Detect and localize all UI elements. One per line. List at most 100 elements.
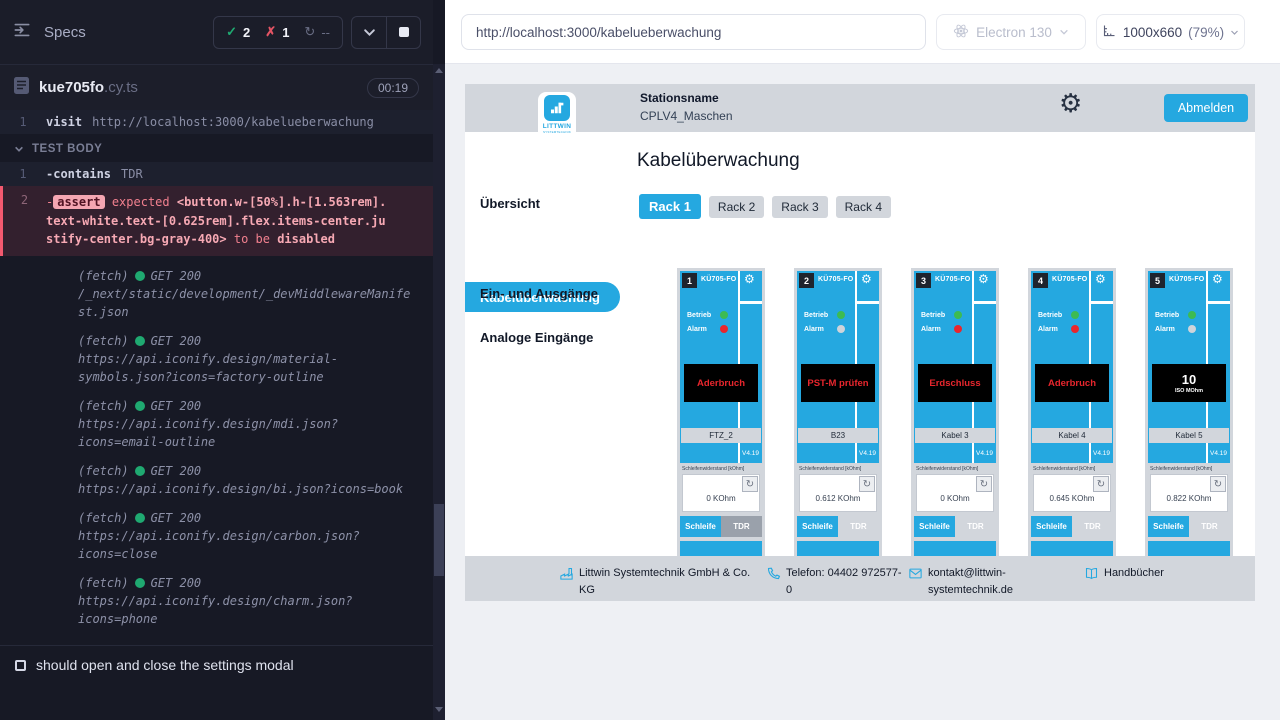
settings-gear-icon[interactable]: ⚙ — [1059, 90, 1082, 116]
cable-name: Kabel 5 — [1149, 428, 1229, 443]
scroll-up-arrow[interactable] — [435, 68, 443, 73]
rack-tabs: Rack 1 Rack 2 Rack 3 Rack 4 — [639, 194, 891, 219]
tdr-button[interactable]: TDR — [955, 516, 996, 537]
resistance-label: Schleifenwiderstand [kOhm] — [799, 466, 861, 472]
stop-button[interactable] — [386, 17, 420, 48]
schleife-button[interactable]: Schleife — [1148, 516, 1189, 537]
spec-file-name: kue705fo — [39, 79, 104, 96]
schleife-button[interactable]: Schleife — [797, 516, 838, 537]
refresh-icon[interactable]: ↻ — [742, 476, 758, 492]
alarm-row: Alarm — [921, 325, 962, 333]
sidebar-item-analoge-eingaenge[interactable]: Analoge Eingänge — [480, 330, 593, 345]
tdr-button[interactable]: TDR — [721, 516, 762, 537]
test-body-section[interactable]: TEST BODY — [0, 134, 433, 162]
resistance-label: Schleifenwiderstand [kOhm] — [1033, 466, 1095, 472]
reporter-scrollbar[interactable] — [433, 64, 445, 720]
card-gear-icon[interactable]: ⚙ — [861, 273, 872, 285]
resistance-value-box: ↻ 0 KOhm — [916, 474, 994, 512]
tab-rack-1[interactable]: Rack 1 — [639, 194, 701, 219]
phone-icon — [766, 566, 781, 586]
resistance-value: 0.645 KOhm — [1034, 494, 1110, 503]
sidebar-item-uebersicht[interactable]: Übersicht — [480, 196, 540, 211]
alarm-led — [837, 325, 845, 333]
viewport-size-select[interactable]: 1000x660 (79%) — [1096, 14, 1245, 50]
fetch-url: https://api.iconify.design/charm.json?ic… — [78, 592, 416, 628]
tab-rack-4[interactable]: Rack 4 — [836, 196, 891, 218]
test-square-icon — [15, 660, 26, 671]
card-bottom-strip — [1148, 541, 1230, 556]
next-test-row[interactable]: should open and close the settings modal — [0, 645, 433, 684]
factory-icon — [559, 566, 574, 586]
spec-file-row[interactable]: kue705fo.cy.ts 00:19 — [0, 64, 433, 110]
alarm-row: Alarm — [687, 325, 728, 333]
scroll-down-arrow[interactable] — [435, 707, 443, 712]
resistance-label: Schleifenwiderstand [kOhm] — [682, 466, 744, 472]
schleife-button[interactable]: Schleife — [680, 516, 721, 537]
refresh-icon[interactable]: ↻ — [976, 476, 992, 492]
collapse-button[interactable] — [352, 17, 386, 48]
fetch-url: https://api.iconify.design/mdi.json?icon… — [78, 415, 416, 451]
fetch-log-entry[interactable]: (fetch) GET 200 https://api.iconify.desi… — [78, 464, 433, 498]
url-input[interactable] — [461, 14, 926, 50]
fetch-log-entry[interactable]: (fetch) GET 200 https://api.iconify.desi… — [78, 576, 433, 628]
refresh-icon[interactable]: ↻ — [1210, 476, 1226, 492]
littwin-logo: LITTWIN SYSTEMTECHNIK — [538, 92, 576, 147]
check-icon: ✓ — [226, 24, 237, 40]
card-bottom-strip — [1031, 541, 1113, 556]
stat-passed: ✓2 — [226, 24, 250, 40]
station-label: Stationsname — [640, 91, 733, 105]
tab-rack-2[interactable]: Rack 2 — [709, 196, 764, 218]
cable-name: Kabel 4 — [1032, 428, 1112, 443]
card-device-title: KÜ705-FO — [1169, 276, 1204, 283]
station-info: Stationsname CPLV4_Maschen — [640, 91, 733, 123]
tab-rack-3[interactable]: Rack 3 — [772, 196, 827, 218]
command-contains[interactable]: 1 -contains TDR — [0, 162, 433, 186]
status-text: PST-M prüfen — [807, 378, 868, 389]
card-gear-icon[interactable]: ⚙ — [1212, 273, 1223, 285]
resistance-value: 0.612 KOhm — [800, 494, 876, 503]
pending-icon: ↻ — [304, 24, 315, 40]
app-under-test: LITTWIN SYSTEMTECHNIK Stationsname CPLV4… — [465, 84, 1255, 601]
schleife-button[interactable]: Schleife — [914, 516, 955, 537]
tdr-button[interactable]: TDR — [838, 516, 879, 537]
status-display: 10 ISO MOhm — [1152, 364, 1226, 402]
refresh-icon[interactable]: ↻ — [1093, 476, 1109, 492]
fetch-log-entry[interactable]: (fetch) GET 200 https://api.iconify.desi… — [78, 334, 433, 386]
command-visit[interactable]: 1 visit http://localhost:3000/kabelueber… — [0, 110, 433, 134]
status-ok-dot — [135, 513, 145, 523]
fetch-log-entry[interactable]: (fetch) GET 200 https://api.iconify.desi… — [78, 399, 433, 451]
status-text: Aderbruch — [697, 378, 745, 389]
specs-menu-icon[interactable] — [12, 20, 32, 45]
card-gear-icon[interactable]: ⚙ — [744, 273, 755, 285]
tdr-button[interactable]: TDR — [1189, 516, 1230, 537]
footer-manuals-link[interactable]: Handbücher — [1084, 565, 1164, 586]
fetch-log-entry[interactable]: (fetch) GET 200 https://api.iconify.desi… — [78, 511, 433, 563]
sidebar-item-ein-und-ausgaenge[interactable]: Ein- und Ausgänge — [480, 286, 598, 301]
firmware-version: V4.19 — [1093, 450, 1110, 457]
device-card: 5 KÜ705-FO ⚙ Betrieb Alarm 10 ISO MOhm — [1145, 268, 1233, 556]
fetch-log-entry[interactable]: (fetch) GET 200 /_next/static/developmen… — [78, 269, 433, 321]
logout-button[interactable]: Abmelden — [1164, 94, 1248, 122]
alarm-led — [1188, 325, 1196, 333]
chevron-down-icon — [1059, 27, 1069, 37]
tdr-button[interactable]: TDR — [1072, 516, 1113, 537]
scrollbar-thumb[interactable] — [434, 504, 444, 576]
card-gear-icon[interactable]: ⚙ — [978, 273, 989, 285]
app-sidebar: Übersicht Kabelüberwachung Ein- und Ausg… — [465, 132, 630, 601]
schleife-button[interactable]: Schleife — [1031, 516, 1072, 537]
firmware-version: V4.19 — [1210, 450, 1227, 457]
alarm-row: Alarm — [804, 325, 845, 333]
specs-label: Specs — [44, 24, 86, 41]
screenshot-stage: Specs ✓2 ✗1 ↻-- kue705fo.cy.ts 00:19 — [0, 0, 1280, 720]
command-assert-failed[interactable]: 2 -assert expected <button.w-[50%].h-[1.… — [0, 186, 433, 256]
betrieb-led — [720, 311, 728, 319]
firmware-version: V4.19 — [976, 450, 993, 457]
refresh-icon[interactable]: ↻ — [859, 476, 875, 492]
status-display: Aderbruch — [684, 364, 758, 402]
browser-toolbar: Electron 130 1000x660 (79%) — [445, 0, 1280, 64]
card-device-title: KÜ705-FO — [818, 276, 853, 283]
status-unit: ISO MOhm — [1175, 388, 1203, 394]
card-number-badge: 4 — [1033, 273, 1048, 288]
card-gear-icon[interactable]: ⚙ — [1095, 273, 1106, 285]
browser-select[interactable]: Electron 130 — [936, 14, 1086, 50]
